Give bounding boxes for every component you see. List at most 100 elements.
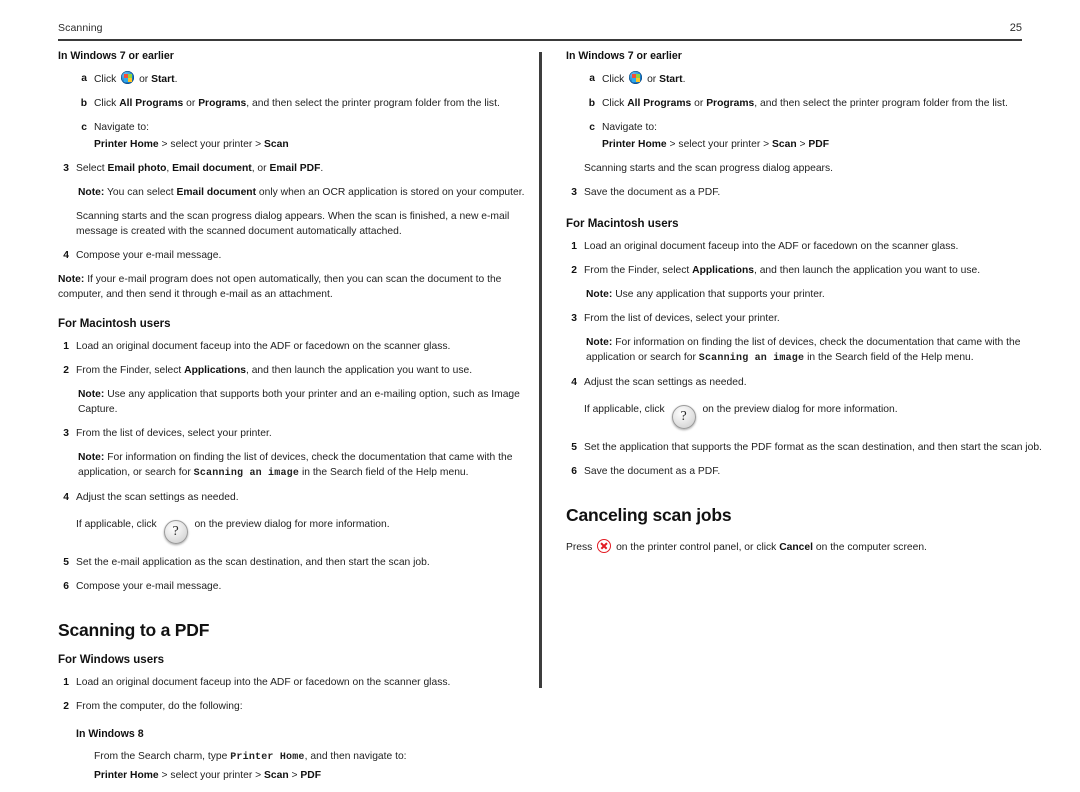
list-marker: 3: [571, 313, 577, 324]
help-hint-pre: If applicable, click: [584, 404, 665, 415]
list-item-step-3: 3 Select Email photo, Email document, or…: [58, 161, 538, 176]
list-marker: 5: [63, 557, 69, 568]
sep-1: ,: [166, 163, 170, 174]
step-b-bold-programs: Programs: [198, 98, 247, 109]
list-marker: 4: [571, 377, 577, 388]
heading-for-windows-users: For Windows users: [58, 654, 164, 666]
list-marker: 2: [571, 265, 577, 276]
cancel-x-icon[interactable]: [597, 539, 612, 553]
list-item-win-step-2: 2 From the computer, do the following:: [58, 699, 538, 714]
list-item-win-step-1: 1 Load an original document faceup into …: [58, 675, 538, 690]
note-post: in the Search field of the Help menu.: [807, 352, 974, 363]
list-item-text: From the Finder, select Applications, an…: [584, 263, 1046, 278]
list-item-text: Adjust the scan settings as needed.: [76, 492, 239, 503]
heading-in-windows-7-or-earlier: In Windows 7 or earlier: [566, 50, 682, 62]
note-supports-your-printer: Note: Use any application that supports …: [586, 287, 1046, 302]
step-a-pre: Click: [94, 74, 117, 85]
list-item-mac-step-2: 2 From the Finder, select Applications, …: [566, 263, 1046, 278]
paragraph-scanning-starts: Scanning starts and the scan progress di…: [76, 211, 510, 237]
list-marker: 3: [571, 187, 577, 198]
step-a-pre: Click: [602, 74, 625, 85]
breadcrumb-printer-home: Printer Home: [94, 139, 159, 150]
list-item-mac-step-5: 5 Set the application that supports the …: [566, 440, 1046, 455]
list-marker: a: [81, 73, 87, 84]
list-item-mac-step-1: 1 Load an original document faceup into …: [58, 339, 538, 354]
breadcrumb-scan-path: Printer Home > select your printer > Sca…: [94, 137, 538, 152]
list-item-step-a: a Click or Start.: [76, 71, 538, 87]
list-item-step-c: c Navigate to:: [76, 120, 538, 135]
list-marker: 1: [63, 341, 69, 352]
search-term-printer-home: Printer Home: [230, 752, 305, 763]
list-item-mac-step-6: 6 Save the document as a PDF.: [566, 464, 1046, 479]
list-item-text: Set the application that supports the PD…: [584, 442, 1042, 453]
list-marker: 3: [63, 428, 69, 439]
list-item-text: Load an original document faceup into th…: [76, 677, 451, 688]
list-item-mac-step-1: 1 Load an original document faceup into …: [566, 239, 1046, 254]
list-marker: 5: [571, 442, 577, 453]
menu-applications: Applications: [184, 365, 246, 376]
column-divider: [539, 52, 542, 688]
step-3-post: .: [320, 163, 324, 174]
step-b-bold-all-programs: All Programs: [119, 98, 184, 109]
help-hint-post: on the preview dialog for more informati…: [194, 519, 390, 530]
right-column: In Windows 7 or earlier a Click or Start…: [566, 50, 1046, 564]
mac-step-2-post: , and then launch the application you wa…: [753, 265, 981, 276]
list-item-text: Click All Programs or Programs, and then…: [602, 96, 1046, 111]
search-term-scanning-an-image: Scanning an image: [698, 353, 805, 364]
list-item-mac-step-4: 4 Adjust the scan settings as needed.: [566, 375, 1046, 390]
list-item-text: From the list of devices, select your pr…: [584, 313, 780, 324]
option-email-pdf: Email PDF: [269, 163, 321, 174]
list-item-mac-step-6: 6 Compose your e-mail message.: [58, 579, 538, 594]
note-text: Use any application that supports your p…: [615, 289, 825, 300]
cancel-mid: on the printer control panel, or click: [616, 542, 777, 553]
note-finding-devices: Note: For information on finding the lis…: [78, 450, 538, 481]
note-image-capture: Note: Use any application that supports …: [78, 387, 538, 417]
list-item-text: Click All Programs or Programs, and then…: [94, 96, 538, 111]
list-marker: c: [81, 122, 87, 133]
list-item-text: Load an original document faceup into th…: [584, 241, 959, 252]
step-b-post: , and then select the printer program fo…: [754, 98, 1008, 109]
page-number: 25: [1009, 22, 1022, 34]
note-label: Note:: [78, 452, 105, 463]
note-text: Use any application that supports both y…: [78, 389, 520, 415]
paragraph-cancel-instructions: Press on the printer control panel, or c…: [566, 539, 1046, 555]
list-item-mac-step-5: 5 Set the e-mail application as the scan…: [58, 555, 538, 570]
list-marker: 6: [571, 466, 577, 477]
step-a-mid: or: [139, 74, 149, 85]
list-item-step-4: 4 Compose your e-mail message.: [58, 248, 538, 263]
mac-step-2-pre: From the Finder, select: [584, 265, 690, 276]
section-title-canceling-scan-jobs: Canceling scan jobs: [566, 505, 732, 525]
breadcrumb-separator-2: >: [799, 139, 806, 150]
note-text: If your e-mail program does not open aut…: [58, 274, 502, 300]
step-a-bold: Start: [659, 74, 683, 85]
step-a-mid: or: [647, 74, 657, 85]
list-item-text: From the Finder, select Applications, an…: [76, 363, 538, 378]
list-item-text: From the list of devices, select your pr…: [76, 428, 272, 439]
list-marker: 2: [63, 701, 69, 712]
breadcrumb-scan: Scan: [264, 770, 289, 781]
list-item-text: From the computer, do the following:: [76, 701, 243, 712]
list-item-text: Click or Start.: [94, 71, 538, 87]
list-item-text: Navigate to:: [94, 122, 149, 133]
help-question-icon[interactable]: ?: [671, 405, 696, 429]
heading-in-windows-7-or-earlier: In Windows 7 or earlier: [58, 50, 174, 62]
note-post: only when an OCR application is stored o…: [258, 187, 525, 198]
header-chapter-title: Scanning: [58, 22, 103, 34]
note-bold-email-document: Email document: [176, 187, 257, 198]
list-item-text: Adjust the scan settings as needed.: [584, 377, 747, 388]
list-item-step-3: 3 Save the document as a PDF.: [566, 185, 1046, 200]
windows-logo-icon: [629, 71, 643, 84]
list-item-text: Compose your e-mail message.: [76, 250, 222, 261]
list-item-step-c: c Navigate to:: [584, 120, 1046, 135]
help-question-icon[interactable]: ?: [163, 520, 188, 544]
breadcrumb-separator: > select your printer >: [161, 139, 262, 150]
list-item-mac-step-3: 3 From the list of devices, select your …: [58, 426, 538, 441]
note-label: Note:: [586, 337, 613, 348]
cancel-pre: Press: [566, 542, 593, 553]
list-item-step-b: b Click All Programs or Programs, and th…: [76, 96, 538, 111]
paragraph-help-button-hint: If applicable, click ? on the preview di…: [76, 517, 538, 544]
breadcrumb-scan-pdf-path: Printer Home > select your printer > Sca…: [94, 768, 538, 783]
note-pre: You can select: [107, 187, 174, 198]
list-marker: 1: [63, 677, 69, 688]
step-b-pre: Click: [94, 98, 117, 109]
